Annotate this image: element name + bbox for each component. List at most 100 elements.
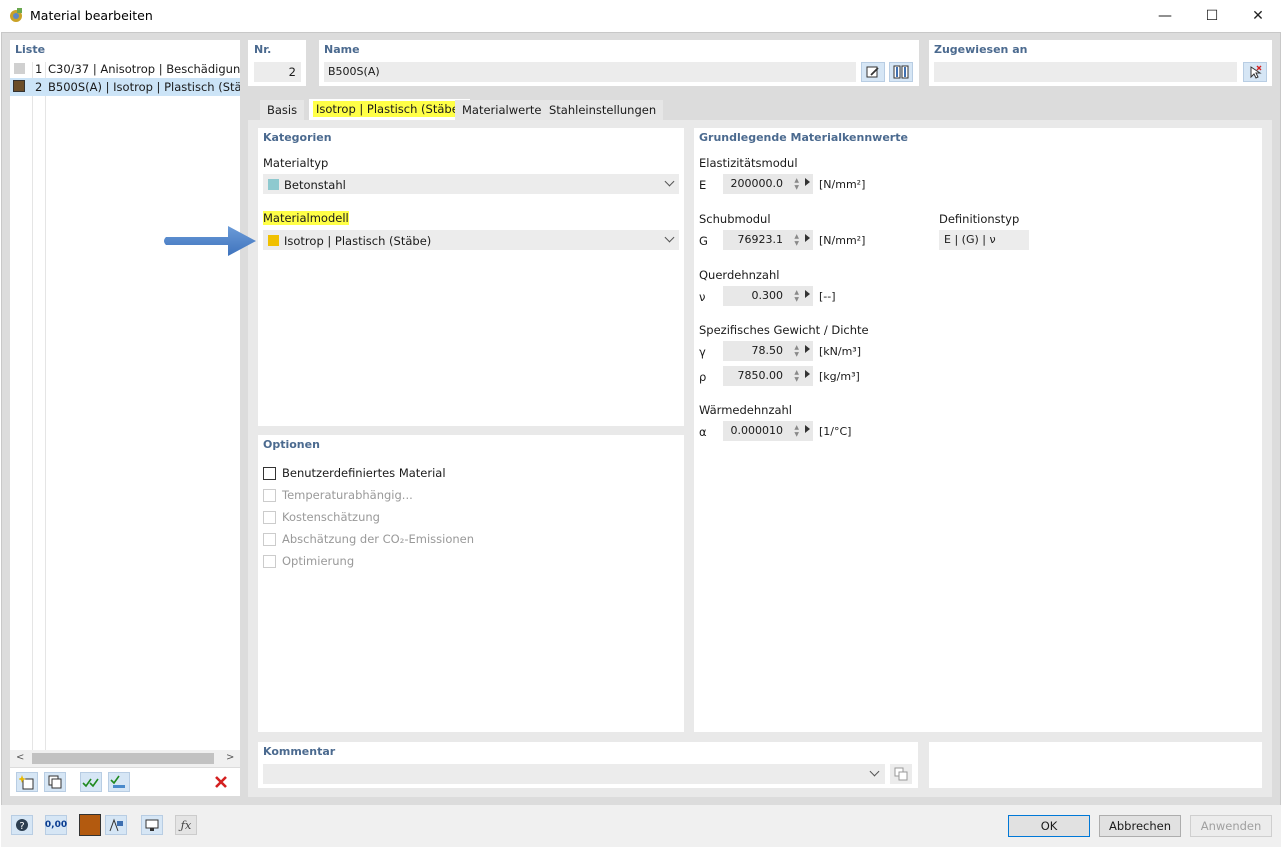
arrow-right-icon[interactable]	[805, 178, 810, 186]
material-type-value: Betonstahl	[284, 178, 346, 192]
option-optimization: Optimierung	[263, 553, 354, 569]
arrow-right-icon[interactable]	[805, 370, 810, 378]
shear-modulus-label: Schubmodul	[699, 212, 771, 226]
option-custom-material[interactable]: Benutzerdefiniertes Material	[263, 465, 446, 481]
list-item[interactable]: 1 C30/37 | Anisotrop | Beschädigung | C	[10, 61, 240, 78]
edit-name-button[interactable]	[861, 62, 885, 82]
density-symbol: ρ	[699, 370, 707, 384]
function-icon: ƒx	[180, 818, 192, 832]
nr-panel: Nr. 2	[248, 40, 306, 86]
shear-modulus-unit: [N/mm²]	[819, 234, 866, 247]
option-label: Benutzerdefiniertes Material	[282, 466, 446, 480]
copy-material-button[interactable]	[44, 772, 66, 792]
comment-copy-button[interactable]	[890, 764, 912, 784]
list-item-selected[interactable]: 2 B500S(A) | Isotrop | Plastisch (Stäbe)	[10, 78, 240, 96]
monitor-icon	[145, 819, 159, 831]
thermal-expansion-symbol: α	[699, 425, 707, 439]
tab-basis[interactable]: Basis	[260, 100, 305, 120]
minimize-icon: —	[1158, 8, 1172, 24]
minimize-button[interactable]: —	[1142, 0, 1188, 32]
tab-label: Isotrop | Plastisch (Stäbe)	[313, 101, 467, 117]
list-item-label: B500S(A) | Isotrop | Plastisch (Stäbe)	[48, 80, 240, 94]
density-input[interactable]: 7850.00 ▲ ▼	[723, 366, 813, 386]
option-cost-estimation: Kostenschätzung	[263, 509, 380, 525]
thermal-expansion-input[interactable]: 0.000010 ▲ ▼	[723, 421, 813, 441]
display-settings-button[interactable]	[105, 815, 127, 835]
view-button[interactable]	[141, 815, 163, 835]
comment-dropdown[interactable]	[263, 764, 885, 784]
material-color-swatch	[14, 63, 25, 74]
spinner-icon[interactable]: ▲ ▼	[794, 289, 799, 303]
checkbox[interactable]	[263, 466, 276, 480]
list-toolbar	[10, 768, 240, 796]
material-properties-panel: Grundlegende Materialkennwerte Elastizit…	[694, 128, 1262, 732]
window-title: Material bearbeiten	[30, 8, 153, 23]
material-model-label: Materialmodell	[261, 210, 351, 226]
scroll-right-icon[interactable]: >	[226, 752, 234, 763]
specific-weight-label: Spezifisches Gewicht / Dichte	[699, 323, 869, 337]
delete-material-button[interactable]	[210, 772, 232, 792]
cancel-button[interactable]: Abbrechen	[1099, 815, 1181, 837]
close-button[interactable]: ✕	[1235, 0, 1281, 32]
assigned-field[interactable]	[934, 62, 1237, 82]
close-icon: ✕	[1252, 8, 1264, 24]
maximize-button[interactable]: ☐	[1189, 0, 1235, 32]
name-field[interactable]: B500S(A)	[324, 62, 856, 82]
specific-weight-input[interactable]: 78.50 ▲ ▼	[723, 341, 813, 361]
elastic-modulus-input[interactable]: 200000.0 ▲ ▼	[723, 174, 813, 194]
shear-modulus-symbol: G	[699, 234, 708, 248]
spinner-icon[interactable]: ▲ ▼	[794, 344, 799, 358]
option-label: Abschätzung der CO₂-Emissionen	[282, 532, 475, 546]
checkbox	[263, 510, 276, 524]
arrow-right-icon[interactable]	[805, 425, 810, 433]
formula-button[interactable]: ƒx	[175, 815, 197, 835]
library-button[interactable]	[889, 62, 913, 82]
spinner-icon[interactable]: ▲ ▼	[794, 177, 799, 191]
nr-field[interactable]: 2	[254, 62, 301, 82]
density-value: 7850.00	[737, 369, 784, 382]
material-color-swatch	[13, 80, 25, 92]
material-model-label-text: Materialmodell	[263, 211, 349, 225]
option-label: Optimierung	[282, 554, 355, 568]
check-all-button[interactable]	[80, 772, 102, 792]
arrow-right-icon[interactable]	[805, 345, 810, 353]
copy-icon	[48, 775, 62, 789]
elastic-modulus-symbol: E	[699, 178, 707, 192]
tab-isotrop-plastisch[interactable]: Isotrop | Plastisch (Stäbe)	[309, 99, 471, 120]
list-divider	[45, 62, 46, 767]
color-picker-button[interactable]	[79, 814, 101, 836]
definition-type-field: E | (G) | ν	[939, 230, 1029, 250]
ok-button[interactable]: OK	[1008, 815, 1090, 837]
categories-header: Kategorien	[263, 131, 332, 144]
material-model-dropdown[interactable]: Isotrop | Plastisch (Stäbe)	[263, 230, 679, 250]
tab-materialwerte[interactable]: Materialwerte	[455, 100, 549, 120]
poisson-ratio-symbol: ν	[699, 290, 706, 304]
properties-header: Grundlegende Materialkennwerte	[699, 131, 908, 144]
scroll-left-icon[interactable]: <	[16, 752, 24, 763]
chevron-down-icon	[869, 766, 880, 777]
apply-button[interactable]: Anwenden	[1190, 815, 1272, 837]
elastic-modulus-unit: [N/mm²]	[819, 178, 866, 191]
arrow-right-icon[interactable]	[805, 234, 810, 242]
arrow-right-icon[interactable]	[805, 290, 810, 298]
pick-objects-button[interactable]	[1243, 62, 1267, 82]
new-material-button[interactable]	[16, 772, 38, 792]
material-type-dropdown[interactable]: Betonstahl	[263, 174, 679, 194]
shear-modulus-input[interactable]: 76923.1 ▲ ▼	[723, 230, 813, 250]
tab-label: Basis	[267, 103, 298, 117]
spinner-icon[interactable]: ▲ ▼	[794, 369, 799, 383]
spinner-icon[interactable]: ▲ ▼	[794, 233, 799, 247]
units-button[interactable]: 0,00	[45, 815, 67, 835]
tab-stahleinstellungen[interactable]: Stahleinstellungen	[542, 100, 664, 120]
help-icon: ?	[16, 819, 28, 832]
shear-modulus-value: 76923.1	[737, 233, 784, 246]
help-button[interactable]: ?	[11, 815, 33, 835]
list-scrollbar[interactable]: < >	[10, 750, 240, 767]
list-item-label: C30/37 | Anisotrop | Beschädigung | C	[48, 62, 240, 76]
check-all-icon	[82, 778, 99, 788]
poisson-ratio-input[interactable]: 0.300 ▲ ▼	[723, 286, 813, 306]
spinner-icon[interactable]: ▲ ▼	[794, 424, 799, 438]
options-panel: Optionen Benutzerdefiniertes Material Te…	[258, 435, 684, 732]
check-selected-button[interactable]	[108, 772, 130, 792]
scrollbar-thumb[interactable]	[32, 753, 214, 764]
